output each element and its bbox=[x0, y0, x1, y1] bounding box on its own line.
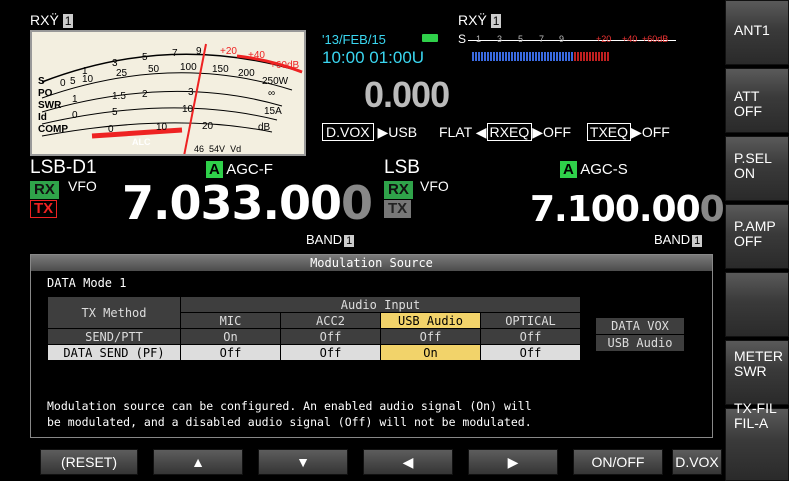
date-display: '13/FEB/15 bbox=[322, 32, 386, 47]
cell-send-optical[interactable]: Off bbox=[480, 328, 581, 345]
vfo-a-rx-indicator: RX bbox=[30, 181, 59, 199]
txeq-indicator: TXEQ bbox=[586, 123, 632, 141]
row-label-data-send: DATA SEND (PF) bbox=[47, 344, 181, 361]
flat-indicator: FLAT bbox=[438, 124, 472, 140]
cell-send-mic[interactable]: On bbox=[180, 328, 281, 345]
left-button[interactable]: ◀ bbox=[363, 449, 453, 475]
vfo-a-tx-indicator: TX bbox=[30, 200, 58, 218]
softkey-psel[interactable]: P.SEL ON bbox=[725, 136, 789, 201]
audio-input-header: Audio Input bbox=[180, 296, 581, 313]
arrow-down-icon: ▼ bbox=[296, 454, 310, 470]
data-vox-label: DATA VOX bbox=[596, 318, 684, 334]
txeq-state: OFF bbox=[641, 124, 670, 140]
alc-label: ALC bbox=[132, 137, 151, 147]
vfo-b-label: VFO bbox=[420, 178, 449, 194]
rxeq-state: OFF bbox=[543, 124, 572, 140]
cell-data-optical[interactable]: Off bbox=[480, 344, 581, 361]
vfo-b-tx-indicator: TX bbox=[384, 200, 412, 218]
col-header-mic: MIC bbox=[180, 312, 281, 329]
vfo-b-frequency: 7.100.000 bbox=[530, 189, 725, 230]
softkey-att[interactable]: ATT OFF bbox=[725, 68, 789, 133]
rx-number: 1 bbox=[62, 14, 74, 28]
vfo-b-agc: AGC-S bbox=[580, 161, 628, 178]
vfo-a-band: BAND 1 bbox=[306, 232, 355, 247]
cell-send-acc2[interactable]: Off bbox=[280, 328, 381, 345]
vfo-a-frequency: 7.033.000 bbox=[122, 176, 373, 230]
softkey-meter[interactable]: METER SWR bbox=[725, 340, 789, 405]
data-mode-label: DATA Mode 1 bbox=[47, 276, 127, 290]
time-display: 10:00 01:00U bbox=[322, 48, 425, 67]
vfo-a-mode: LSB-D1 bbox=[30, 157, 97, 178]
cell-data-mic[interactable]: Off bbox=[180, 344, 281, 361]
cell-data-usb[interactable]: On bbox=[380, 344, 481, 361]
antenna-icon: Ÿ bbox=[477, 12, 487, 28]
s-meter-bar: S 1 3 5 7 9 +20 +40 +60dB bbox=[458, 32, 714, 72]
analog-meter: S PO SWR Id COMP 1 3 5 7 9 +20 +40 +60dB 0 5… bbox=[30, 30, 306, 156]
status-line: D.VOX ▶USB FLAT ◀ RXEQ ▶OFF TXEQ ▶OFF bbox=[322, 123, 670, 141]
softkey-pamp[interactable]: P.AMP OFF bbox=[725, 204, 789, 269]
vfo-b-band: BAND 1 bbox=[654, 232, 703, 247]
arrow-left-icon: ◀ bbox=[402, 454, 414, 470]
softkey-tx-fil[interactable]: TX-FIL FIL-A bbox=[725, 401, 789, 481]
data-vox-value[interactable]: USB Audio bbox=[596, 335, 684, 351]
panel-description: Modulation source can be configured. An … bbox=[47, 399, 532, 429]
up-button[interactable]: ▲ bbox=[153, 449, 243, 475]
dvox-indicator: D.VOX bbox=[322, 123, 374, 141]
antenna-icon: Ÿ bbox=[49, 12, 59, 28]
s-meter-label: S bbox=[458, 32, 467, 46]
table-row: SEND/PTT On Off Off Off bbox=[47, 328, 581, 345]
vfo-b-antenna: A bbox=[560, 161, 577, 178]
volt-labels: 46 54V Vd bbox=[194, 144, 242, 154]
vfo-b-agc-group: A AGC-S bbox=[560, 161, 628, 178]
cell-send-usb[interactable]: Off bbox=[380, 328, 481, 345]
rx-label: RX bbox=[30, 12, 50, 28]
rx-indicator-right: RXŸ 1 bbox=[458, 12, 502, 28]
col-header-usb-audio[interactable]: USB Audio bbox=[380, 312, 481, 329]
softkey-ant1[interactable]: ANT1 bbox=[725, 0, 789, 65]
vfo-b-rx-indicator: RX bbox=[384, 181, 413, 199]
modulation-source-panel: Modulation Source DATA Mode 1 TX Method … bbox=[30, 254, 713, 438]
arrow-right-icon: ▶ bbox=[507, 454, 519, 470]
rxeq-indicator: RXEQ bbox=[486, 123, 533, 141]
vfo-b-mode: LSB bbox=[384, 157, 420, 178]
col-header-optical: OPTICAL bbox=[480, 312, 581, 329]
s-meter-fill bbox=[472, 52, 574, 61]
table-row: DATA SEND (PF) Off Off On Off bbox=[47, 344, 581, 361]
modulation-table: TX Method Audio Input MIC ACC2 USB Audio… bbox=[47, 296, 581, 361]
rx-indicator-left: RXŸ 1 bbox=[30, 12, 74, 28]
cell-data-acc2[interactable]: Off bbox=[280, 344, 381, 361]
battery-icon bbox=[422, 34, 438, 42]
dvox-source: USB bbox=[388, 124, 418, 140]
arrow-up-icon: ▲ bbox=[191, 454, 205, 470]
right-button[interactable]: ▶ bbox=[468, 449, 558, 475]
down-button[interactable]: ▼ bbox=[258, 449, 348, 475]
rit-offset-display: 0.000 bbox=[364, 74, 450, 115]
row-label-send-ptt: SEND/PTT bbox=[47, 328, 181, 345]
on-off-button[interactable]: ON/OFF bbox=[573, 449, 663, 475]
vfo-a-label: VFO bbox=[68, 178, 97, 194]
tx-method-header: TX Method bbox=[47, 296, 181, 329]
softkey-blank[interactable] bbox=[725, 272, 789, 337]
reset-button[interactable]: (RESET) bbox=[40, 449, 138, 475]
col-header-acc2: ACC2 bbox=[280, 312, 381, 329]
panel-title: Modulation Source bbox=[31, 255, 712, 271]
dvox-button[interactable]: D.VOX bbox=[672, 449, 722, 475]
